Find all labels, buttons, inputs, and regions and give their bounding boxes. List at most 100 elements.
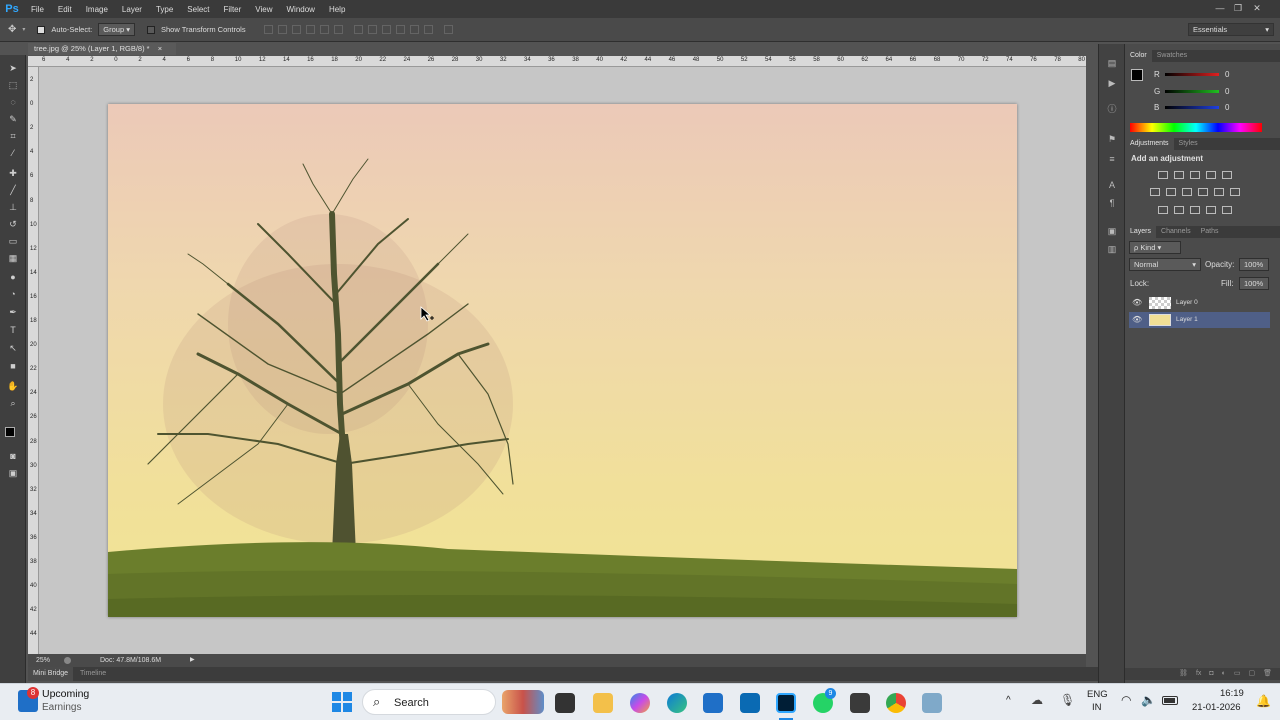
dell-app-icon[interactable] xyxy=(740,693,760,713)
distribute-vcenter-icon[interactable] xyxy=(367,25,377,34)
channel-r-slider[interactable] xyxy=(1165,73,1219,76)
hue-saturation-icon[interactable] xyxy=(1150,188,1160,196)
document-canvas[interactable] xyxy=(108,104,1017,617)
delete-layer-icon[interactable]: 🗑 xyxy=(1263,668,1272,680)
channel-r-value[interactable]: 0 xyxy=(1225,70,1229,79)
auto-select-checkbox[interactable] xyxy=(37,25,46,34)
align-left-icon[interactable] xyxy=(305,25,315,34)
marquee-tool-icon[interactable]: ⬚ xyxy=(7,80,19,90)
layer-fx-icon[interactable]: fx xyxy=(1196,668,1201,680)
align-top-icon[interactable] xyxy=(263,25,273,34)
windows-start-icon[interactable] xyxy=(332,692,352,712)
clone-source-icon[interactable]: ≡ xyxy=(1106,154,1118,164)
distribute-left-icon[interactable] xyxy=(395,25,405,34)
screen-mode-icon[interactable]: ▣ xyxy=(7,468,19,478)
posterize-icon[interactable] xyxy=(1174,206,1184,214)
wifi-icon[interactable]: ◠ xyxy=(1121,693,1131,707)
distribute-hcenter-icon[interactable] xyxy=(409,25,419,34)
volume-icon[interactable]: 🔈 xyxy=(1141,693,1156,707)
align-bottom-icon[interactable] xyxy=(291,25,301,34)
layer-name[interactable]: Layer 1 xyxy=(1176,312,1198,328)
notifications-bell-icon[interactable]: 🔔 xyxy=(1256,694,1271,708)
language-bottom[interactable]: IN xyxy=(1092,702,1102,713)
menu-select[interactable]: Select xyxy=(180,5,216,14)
type-tool-icon[interactable]: T xyxy=(7,325,19,335)
photoshop-taskbar-icon[interactable] xyxy=(776,693,796,713)
auto-align-icon[interactable] xyxy=(443,25,453,34)
chrome-icon[interactable] xyxy=(886,693,906,713)
menu-image[interactable]: Image xyxy=(79,5,115,14)
snipping-tool-icon[interactable] xyxy=(922,693,942,713)
fill-input[interactable]: 100% xyxy=(1239,277,1269,290)
distribute-bottom-icon[interactable] xyxy=(381,25,391,34)
shape-tool-icon[interactable]: ■ xyxy=(7,361,19,371)
brush-panel-icon[interactable]: ⚑ xyxy=(1106,134,1118,144)
tab-adjustments[interactable]: Adjustments xyxy=(1125,138,1174,150)
microphone-icon[interactable]: 🎙 xyxy=(1060,693,1075,707)
channel-b-value[interactable]: 0 xyxy=(1225,103,1229,112)
blend-mode-dropdown[interactable]: Normal ▾ xyxy=(1129,258,1201,271)
menu-edit[interactable]: Edit xyxy=(51,5,79,14)
menu-file[interactable]: File xyxy=(24,5,51,14)
vibrance-icon[interactable] xyxy=(1222,171,1232,179)
menu-filter[interactable]: Filter xyxy=(217,5,249,14)
document-tab[interactable]: tree.jpg @ 25% (Layer 1, RGB/8) * × xyxy=(28,43,176,55)
info-panel-icon[interactable]: ⓘ xyxy=(1106,104,1118,114)
layer-visibility-eye-icon[interactable]: 👁 xyxy=(1132,312,1142,328)
menu-layer[interactable]: Layer xyxy=(115,5,149,14)
microsoft-store-icon[interactable] xyxy=(703,693,723,713)
layer-visibility-eye-icon[interactable]: 👁 xyxy=(1132,295,1142,311)
tab-layers[interactable]: Layers xyxy=(1125,226,1157,238)
tab-color[interactable]: Color xyxy=(1125,50,1152,62)
pen-tool-icon[interactable]: ✒ xyxy=(7,307,19,317)
distribute-right-icon[interactable] xyxy=(423,25,433,34)
eyedropper-tool-icon[interactable]: ⁄ xyxy=(7,148,19,158)
opacity-input[interactable]: 100% xyxy=(1239,258,1269,271)
file-explorer-icon[interactable] xyxy=(593,693,613,713)
battery-icon[interactable] xyxy=(1162,696,1178,705)
align-right-icon[interactable] xyxy=(333,25,343,34)
gradient-tool-icon[interactable]: ▦ xyxy=(7,253,19,263)
layer-row-1[interactable]: 👁 Layer 1 xyxy=(1129,312,1270,328)
align-hcenter-icon[interactable] xyxy=(319,25,329,34)
new-group-icon[interactable]: ▭ xyxy=(1234,668,1241,680)
eraser-tool-icon[interactable]: ▭ xyxy=(7,236,19,246)
close-button[interactable]: ✕ xyxy=(1250,2,1264,14)
color-ramp[interactable] xyxy=(1130,123,1262,132)
tab-mini-bridge[interactable]: Mini Bridge xyxy=(28,667,74,681)
app-icon-terminal[interactable] xyxy=(555,693,575,713)
taskbar-search-box[interactable]: ⌕ Search xyxy=(362,689,496,715)
quick-select-tool-icon[interactable]: ✎ xyxy=(7,114,19,124)
link-layers-icon[interactable]: ⛓ xyxy=(1179,668,1188,680)
layer-row-0[interactable]: 👁 Layer 0 xyxy=(1129,295,1270,311)
zoom-level[interactable]: 25% xyxy=(36,654,50,667)
lasso-tool-icon[interactable]: ◌ xyxy=(7,97,19,107)
menu-type[interactable]: Type xyxy=(149,5,180,14)
notes-panel-icon[interactable]: ▥ xyxy=(1106,244,1118,254)
clock-time[interactable]: 16:19 xyxy=(1220,688,1244,699)
path-select-tool-icon[interactable]: ↖ xyxy=(7,343,19,353)
brush-tool-icon[interactable]: ╱ xyxy=(7,185,19,195)
tab-styles[interactable]: Styles xyxy=(1174,138,1203,150)
copilot-icon[interactable] xyxy=(630,693,650,713)
document-tab-close-icon[interactable]: × xyxy=(158,44,162,53)
crop-tool-icon[interactable]: ⌗ xyxy=(7,131,19,141)
new-layer-icon[interactable]: ▢ xyxy=(1248,668,1255,680)
black-white-icon[interactable] xyxy=(1182,188,1192,196)
history-brush-tool-icon[interactable]: ↺ xyxy=(7,219,19,229)
blur-tool-icon[interactable]: ● xyxy=(7,272,19,282)
invert-icon[interactable] xyxy=(1158,206,1168,214)
show-transform-checkbox[interactable] xyxy=(146,25,155,34)
tab-swatches[interactable]: Swatches xyxy=(1152,50,1192,62)
levels-icon[interactable] xyxy=(1174,171,1184,179)
tab-paths[interactable]: Paths xyxy=(1196,226,1224,238)
character-panel-icon[interactable]: A xyxy=(1106,180,1118,190)
color-foreground-swatch[interactable] xyxy=(1131,69,1143,81)
channel-g-value[interactable]: 0 xyxy=(1225,87,1229,96)
layer-comps-icon[interactable]: ▣ xyxy=(1106,226,1118,236)
menu-help[interactable]: Help xyxy=(322,5,352,14)
language-top[interactable]: ENG xyxy=(1087,689,1108,700)
app-icon-paint[interactable] xyxy=(850,693,870,713)
workspace-dropdown[interactable]: Essentials ▾ xyxy=(1188,23,1274,36)
threshold-icon[interactable] xyxy=(1190,206,1200,214)
